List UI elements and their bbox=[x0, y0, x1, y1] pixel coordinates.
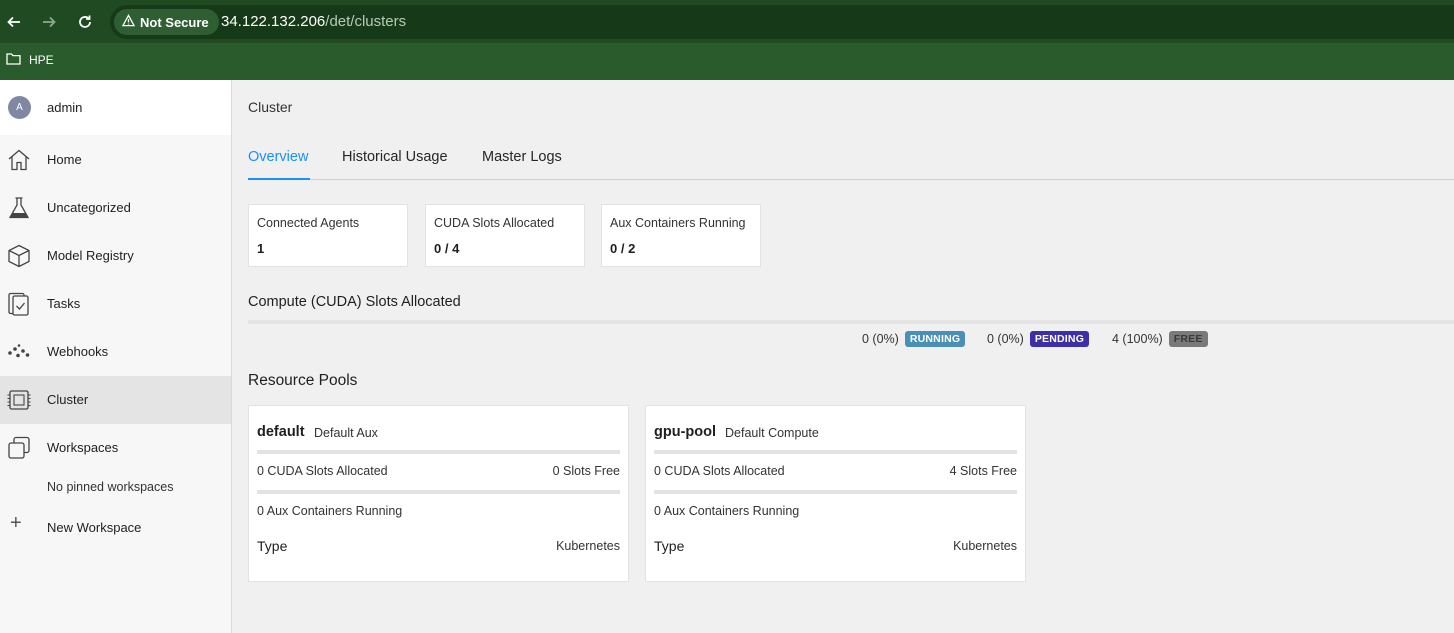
back-arrow-icon[interactable] bbox=[2, 10, 26, 34]
bookmark-label: HPE bbox=[29, 53, 54, 67]
stat-title: Aux Containers Running bbox=[610, 216, 746, 230]
active-tab-indicator bbox=[248, 178, 310, 180]
stat-value: 0 / 2 bbox=[610, 241, 636, 256]
sidebar-item-label: Workspaces bbox=[47, 440, 119, 455]
pool-kind: Default Aux bbox=[314, 426, 378, 440]
stat-card-connected-agents: Connected Agents 1 bbox=[248, 204, 408, 267]
pool-cuda-row: 0 CUDA Slots Allocated 0 Slots Free bbox=[257, 464, 620, 478]
security-chip[interactable]: Not Secure bbox=[114, 9, 219, 35]
sidebar-item-model-registry[interactable]: Model Registry bbox=[0, 232, 231, 280]
pool-aux-row: 0 Aux Containers Running bbox=[257, 504, 620, 518]
pool-aux-row: 0 Aux Containers Running bbox=[654, 504, 1017, 518]
bookmarks-bar: HPE bbox=[0, 43, 1454, 80]
running-badge: RUNNING bbox=[904, 331, 966, 347]
resource-pool-card-gpu-pool[interactable]: gpu-pool Default Compute 0 CUDA Slots Al… bbox=[645, 405, 1026, 582]
cube-icon bbox=[6, 244, 32, 268]
folder-icon bbox=[6, 52, 21, 68]
sidebar-item-home[interactable]: Home bbox=[0, 136, 231, 184]
sidebar-item-cluster[interactable]: Cluster bbox=[0, 376, 231, 424]
pool-cuda-allocated: 0 CUDA Slots Allocated bbox=[654, 464, 785, 478]
pool-name: gpu-pool bbox=[654, 424, 717, 440]
pool-slots-free: 0 Slots Free bbox=[552, 464, 620, 478]
plus-icon: + bbox=[10, 512, 22, 534]
resource-pools-title: Resource Pools bbox=[248, 372, 358, 389]
new-workspace-button[interactable]: + New Workspace bbox=[0, 510, 231, 542]
security-label: Not Secure bbox=[140, 14, 209, 30]
slots-allocation-bar bbox=[248, 320, 1454, 324]
sidebar-item-webhooks[interactable]: Webhooks bbox=[0, 328, 231, 376]
pool-aux-bar bbox=[257, 490, 620, 494]
sidebar-item-uncategorized[interactable]: Uncategorized bbox=[0, 184, 231, 232]
pool-cuda-row: 0 CUDA Slots Allocated 4 Slots Free bbox=[654, 464, 1017, 478]
sidebar-item-label: Model Registry bbox=[47, 248, 134, 263]
stat-value: 0 / 4 bbox=[434, 241, 460, 256]
page-title: Cluster bbox=[248, 99, 293, 115]
legend-free: 4 (100%) FREE bbox=[1112, 331, 1208, 347]
reload-icon[interactable] bbox=[73, 10, 97, 34]
workspaces-icon bbox=[6, 436, 32, 460]
url-text[interactable]: 34.122.132.206/det/clusters bbox=[221, 13, 406, 30]
avatar: A bbox=[8, 96, 31, 119]
free-badge: FREE bbox=[1168, 331, 1208, 347]
tab-bar: Overview Historical Usage Master Logs bbox=[248, 148, 1454, 180]
sidebar-item-label: Home bbox=[47, 152, 82, 167]
stat-title: Connected Agents bbox=[257, 216, 360, 230]
tasks-icon bbox=[6, 292, 32, 316]
bookmark-folder-hpe[interactable]: HPE bbox=[6, 52, 54, 68]
no-pinned-workspaces: No pinned workspaces bbox=[47, 480, 174, 494]
forward-arrow-icon[interactable] bbox=[37, 10, 61, 34]
pool-aux-running: 0 Aux Containers Running bbox=[257, 504, 403, 518]
legend-running: 0 (0%) RUNNING bbox=[862, 331, 966, 347]
sidebar-item-label: Tasks bbox=[47, 296, 81, 311]
browser-toolbar: Not Secure 34.122.132.206/det/clusters bbox=[0, 0, 1454, 43]
pool-aux-running: 0 Aux Containers Running bbox=[654, 504, 800, 518]
sidebar: A admin Home Uncategorized Model Registr… bbox=[0, 80, 232, 633]
pool-slots-free: 4 Slots Free bbox=[949, 464, 1017, 478]
tab-historical-usage[interactable]: Historical Usage bbox=[342, 149, 448, 165]
pool-aux-bar bbox=[654, 490, 1017, 494]
pool-type-label: Type bbox=[654, 538, 685, 554]
stat-value: 1 bbox=[257, 241, 265, 256]
warning-triangle-icon bbox=[121, 14, 136, 30]
tab-master-logs[interactable]: Master Logs bbox=[482, 149, 562, 165]
browser-chrome: Not Secure 34.122.132.206/det/clusters H… bbox=[0, 0, 1454, 80]
sidebar-item-label: Cluster bbox=[47, 392, 89, 407]
pool-type-value: Kubernetes bbox=[953, 539, 1017, 553]
stat-title: CUDA Slots Allocated bbox=[434, 216, 555, 230]
new-workspace-label: New Workspace bbox=[47, 520, 142, 535]
pool-cuda-bar bbox=[257, 450, 620, 454]
stat-card-cuda-slots: CUDA Slots Allocated 0 / 4 bbox=[425, 204, 585, 267]
sidebar-item-workspaces[interactable]: Workspaces bbox=[0, 424, 231, 472]
legend-count: 0 (0%) bbox=[987, 332, 1024, 346]
cluster-chip-icon bbox=[6, 388, 32, 412]
tab-overview[interactable]: Overview bbox=[248, 149, 308, 165]
stat-card-aux-containers: Aux Containers Running 0 / 2 bbox=[601, 204, 761, 267]
home-icon bbox=[6, 148, 32, 172]
user-menu[interactable]: A admin bbox=[0, 80, 231, 135]
legend-pending: 0 (0%) PENDING bbox=[987, 331, 1090, 347]
flask-icon bbox=[6, 196, 32, 220]
pool-type-value: Kubernetes bbox=[556, 539, 620, 553]
address-bar[interactable]: Not Secure 34.122.132.206/det/clusters bbox=[110, 5, 1454, 39]
pool-name: default bbox=[257, 424, 305, 440]
pool-cuda-allocated: 0 CUDA Slots Allocated bbox=[257, 464, 388, 478]
legend-count: 4 (100%) bbox=[1112, 332, 1163, 346]
sidebar-item-tasks[interactable]: Tasks bbox=[0, 280, 231, 328]
pool-cuda-bar bbox=[654, 450, 1017, 454]
url-host: 34.122.132.206 bbox=[221, 13, 326, 30]
user-name: admin bbox=[47, 100, 83, 115]
legend-count: 0 (0%) bbox=[862, 332, 899, 346]
url-path: /det/clusters bbox=[325, 13, 407, 30]
pool-kind: Default Compute bbox=[725, 426, 819, 440]
webhooks-icon bbox=[6, 340, 32, 364]
pending-badge: PENDING bbox=[1029, 331, 1090, 347]
resource-pool-card-default[interactable]: default Default Aux 0 CUDA Slots Allocat… bbox=[248, 405, 629, 582]
sidebar-item-label: Uncategorized bbox=[47, 200, 131, 215]
compute-slots-title: Compute (CUDA) Slots Allocated bbox=[248, 294, 461, 310]
pool-type-label: Type bbox=[257, 538, 288, 554]
sidebar-item-label: Webhooks bbox=[47, 344, 109, 359]
main-content: Cluster Overview Historical Usage Master… bbox=[232, 80, 1454, 633]
